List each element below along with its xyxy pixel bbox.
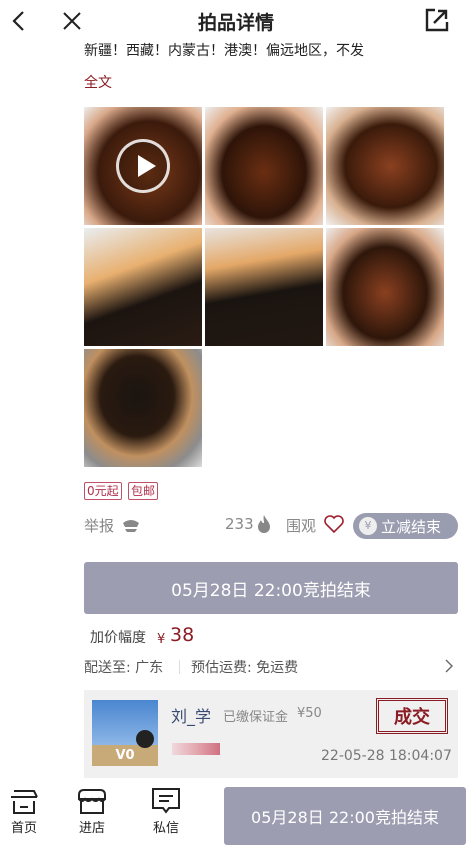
tag-free-shipping: 包邮 — [128, 482, 159, 500]
store-icon — [68, 785, 116, 817]
expand-full-text-link[interactable]: 全文 — [84, 72, 112, 92]
flame-icon — [256, 514, 272, 534]
deal-stamp: 成交 — [376, 698, 448, 734]
nav-message[interactable]: 私信 — [142, 785, 190, 836]
report-link[interactable]: 举报 — [84, 515, 114, 536]
watch-label[interactable]: 围观 — [286, 515, 316, 536]
increment-label: 加价幅度 — [90, 630, 146, 646]
shipping-fee: 预估运费: 免运费 — [191, 660, 299, 676]
nav-store-label: 进店 — [78, 821, 105, 836]
police-cap-icon[interactable] — [121, 516, 141, 534]
deposit-label: 已缴保证金 — [223, 710, 289, 725]
discount-label: 立减结束 — [381, 517, 442, 536]
nav-store[interactable]: 进店 — [68, 785, 116, 836]
tag-start-price: 0元起 — [84, 482, 122, 500]
increment-currency: ¥ — [157, 632, 166, 647]
nav-home[interactable]: 首页 — [0, 785, 48, 836]
photo[interactable] — [326, 228, 444, 346]
bid-time: 22-05-28 18:04:07 — [321, 748, 452, 764]
play-icon[interactable] — [116, 139, 170, 193]
bidder-avatar[interactable]: V0 — [92, 700, 158, 766]
heart-icon[interactable] — [323, 514, 345, 534]
photo-grid — [84, 107, 444, 467]
money-bag-icon: ¥ — [359, 517, 377, 535]
photo[interactable] — [205, 107, 323, 225]
increment-value: 38 — [170, 624, 195, 646]
blurred-bid-amount — [172, 743, 220, 755]
divider — [179, 660, 180, 674]
message-icon — [142, 785, 190, 817]
chevron-right-icon[interactable] — [443, 658, 455, 674]
item-description: 新疆！西藏！内蒙古！港澳！偏远地区，不发 — [84, 43, 364, 59]
photo[interactable] — [84, 349, 202, 467]
level-badge: V0 — [115, 748, 135, 763]
ship-to[interactable]: 配送至: 广东 — [84, 657, 163, 677]
discount-ended-badge: ¥ 立减结束 — [353, 513, 458, 539]
photo[interactable] — [205, 228, 323, 346]
nav-message-label: 私信 — [152, 821, 179, 836]
heat-count: 233 — [225, 515, 254, 533]
page-title: 拍品详情 — [197, 12, 274, 34]
bidder-name[interactable]: 刘_学 — [171, 703, 211, 727]
photo[interactable] — [84, 228, 202, 346]
photo[interactable] — [326, 107, 444, 225]
bottom-auction-end-button[interactable]: 05月28日 22:00竞拍结束 — [224, 787, 466, 845]
nav-home-label: 首页 — [10, 821, 37, 836]
share-icon[interactable] — [424, 7, 450, 33]
auction-end-button[interactable]: 05月28日 22:00竞拍结束 — [84, 562, 458, 614]
home-icon — [0, 785, 48, 817]
photo-video[interactable] — [84, 107, 202, 225]
deposit-value: ¥50 — [297, 706, 322, 721]
